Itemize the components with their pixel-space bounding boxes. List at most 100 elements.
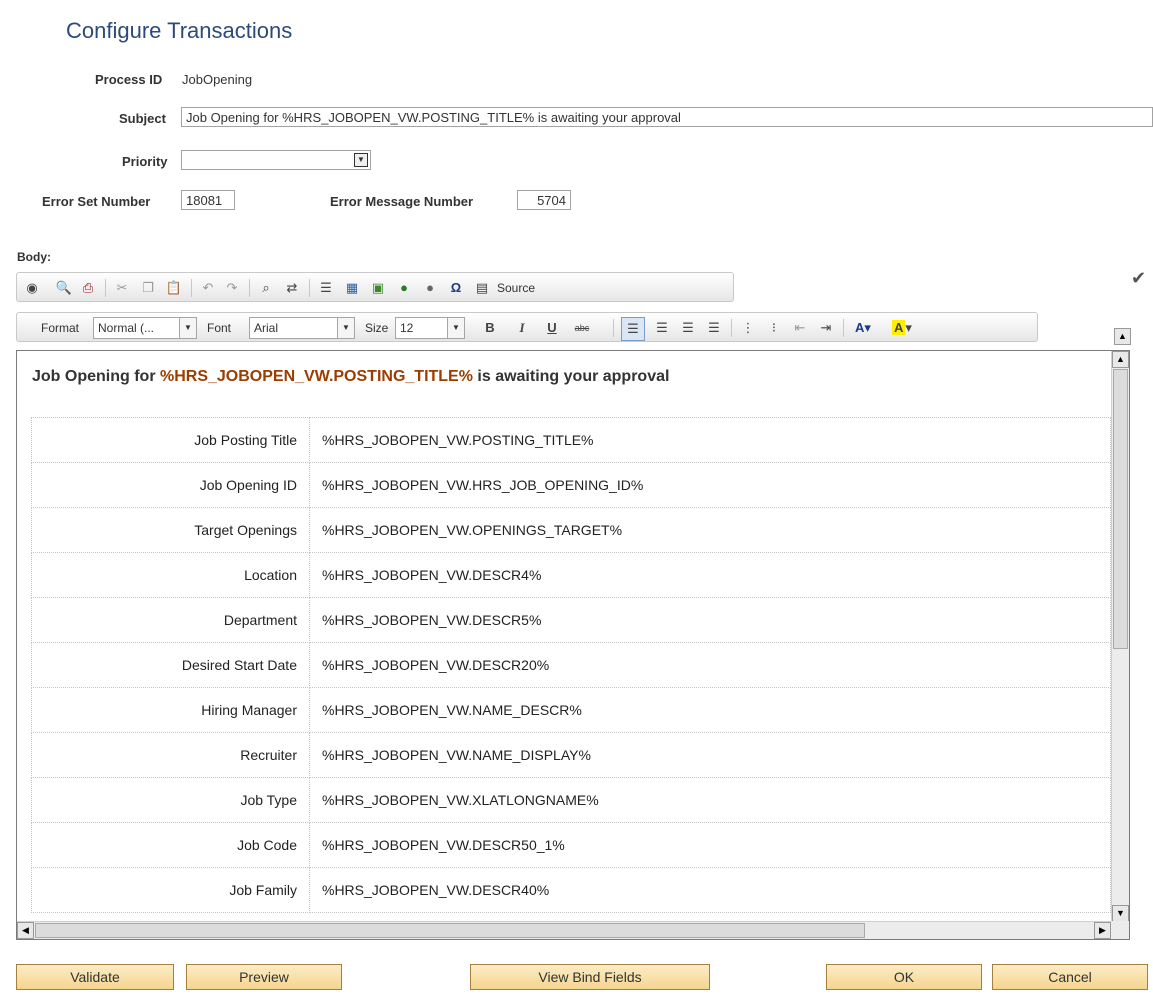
align-center-icon[interactable]: ☰	[653, 319, 671, 337]
undo-icon[interactable]: ↶	[199, 279, 217, 297]
chevron-down-icon[interactable]: ▼	[337, 318, 354, 338]
chevron-down-icon[interactable]: ▼	[354, 153, 368, 167]
vertical-scrollbar[interactable]: ▲ ▼	[1111, 351, 1129, 922]
image-icon[interactable]: ▣	[369, 279, 387, 297]
scroll-down-icon[interactable]: ▼	[1112, 905, 1129, 922]
bold-button[interactable]: B	[481, 319, 499, 337]
heading-prefix: Job Opening for	[32, 368, 160, 385]
row-label: Recruiter	[31, 732, 310, 778]
special-char-icon[interactable]: Ω	[447, 279, 465, 297]
size-label: Size	[365, 321, 389, 335]
numbered-list-icon[interactable]: ⋮	[739, 319, 757, 337]
ok-button[interactable]: OK	[826, 964, 982, 990]
toolbar-separator	[843, 319, 844, 337]
vertical-scroll-thumb[interactable]	[1113, 369, 1128, 649]
redo-icon[interactable]: ↷	[223, 279, 241, 297]
spellcheck-icon[interactable]: ✔	[1131, 268, 1146, 289]
size-combo[interactable]: 12 ▼	[395, 317, 465, 339]
table-row: Desired Start Date %HRS_JOBOPEN_VW.DESCR2…	[31, 642, 1111, 688]
scroll-up-icon[interactable]: ▲	[1112, 351, 1129, 368]
heading-suffix: is awaiting your approval	[472, 368, 670, 385]
font-value: Arial	[254, 321, 279, 335]
process-id-value: JobOpening	[182, 72, 253, 87]
preview-icon[interactable]: 🔍	[55, 279, 73, 297]
horizontal-scrollbar[interactable]: ◀ ▶	[17, 921, 1111, 939]
row-value: %HRS_JOBOPEN_VW.DESCR20%	[309, 642, 1111, 688]
horizontal-scroll-thumb[interactable]	[35, 923, 865, 938]
table-row: Job Code %HRS_JOBOPEN_VW.DESCR50_1%	[31, 822, 1111, 868]
table-row: Department %HRS_JOBOPEN_VW.DESCR5%	[31, 597, 1111, 643]
editor-toolbar-row-2: Format Normal (... ▼ Font Arial ▼ Size 1…	[16, 312, 1038, 342]
source-button[interactable]: Source	[497, 281, 535, 295]
table-row: Job Family %HRS_JOBOPEN_VW.DESCR40%	[31, 867, 1111, 913]
row-label: Job Family	[31, 867, 310, 913]
scroll-left-icon[interactable]: ◀	[17, 922, 34, 939]
text-color-icon[interactable]: A▾	[851, 319, 875, 337]
row-label: Department	[31, 597, 310, 643]
subject-input[interactable]: Job Opening for %HRS_JOBOPEN_VW.POSTING_…	[181, 107, 1153, 127]
find-icon[interactable]: ⌕	[257, 279, 275, 297]
view-bind-fields-button[interactable]: View Bind Fields	[470, 964, 710, 990]
row-label: Job Code	[31, 822, 310, 868]
font-combo[interactable]: Arial ▼	[249, 317, 355, 339]
error-set-field[interactable]: 18081	[181, 190, 235, 210]
format-combo[interactable]: Normal (... ▼	[93, 317, 197, 339]
row-value: %HRS_JOBOPEN_VW.DESCR5%	[309, 597, 1111, 643]
unlink-icon[interactable]: ●	[421, 279, 439, 297]
error-message-field[interactable]: 5704	[517, 190, 571, 210]
link-icon[interactable]: ●	[395, 279, 413, 297]
body-heading: Job Opening for %HRS_JOBOPEN_VW.POSTING_…	[32, 368, 669, 386]
align-justify-icon[interactable]: ☰	[705, 319, 723, 337]
editor-toolbar-row-1: ◉ 🔍 ⎙ ✂ ❐ 📋 ↶ ↷ ⌕ ⇄ ☰ ▦ ▣ ● ● Ω ▤ Source	[16, 272, 734, 302]
align-left-icon[interactable]: ☰	[621, 317, 645, 341]
priority-select[interactable]: ▼	[181, 150, 371, 170]
bulleted-list-icon[interactable]: ⁝	[765, 319, 783, 337]
underline-button[interactable]: U	[543, 319, 561, 337]
replace-icon[interactable]: ⇄	[283, 279, 301, 297]
cut-icon[interactable]: ✂	[113, 279, 131, 297]
paste-icon[interactable]: 📋	[165, 279, 183, 297]
body-label: Body:	[17, 250, 51, 264]
size-value: 12	[400, 321, 414, 335]
bind-fields-table: Job Posting Title %HRS_JOBOPEN_VW.POSTING…	[31, 417, 1111, 913]
table-icon[interactable]: ▦	[343, 279, 361, 297]
error-set-label: Error Set Number	[42, 194, 151, 209]
row-label: Job Type	[31, 777, 310, 823]
row-value: %HRS_JOBOPEN_VW.DESCR4%	[309, 552, 1111, 598]
toolbar-separator	[731, 319, 732, 337]
italic-button[interactable]: I	[513, 319, 531, 337]
editor-content[interactable]: Job Opening for %HRS_JOBOPEN_VW.POSTING_…	[16, 350, 1130, 940]
row-label: Job Posting Title	[31, 417, 310, 463]
toolbar-separator	[613, 319, 614, 337]
table-row: Job Opening ID %HRS_JOBOPEN_VW.HRS_JOB_OP…	[31, 462, 1111, 508]
maximize-icon[interactable]: ◉	[23, 279, 41, 297]
chevron-down-icon[interactable]: ▼	[179, 318, 196, 338]
validate-button[interactable]: Validate	[16, 964, 174, 990]
preview-button[interactable]: Preview	[186, 964, 342, 990]
indent-icon[interactable]: ⇥	[817, 319, 835, 337]
horizontal-rule-icon[interactable]: ☰	[317, 279, 335, 297]
cancel-button[interactable]: Cancel	[992, 964, 1148, 990]
process-id-label: Process ID	[95, 72, 163, 87]
toolbar-collapse-icon[interactable]: ▲	[1114, 328, 1131, 345]
print-icon[interactable]: ⎙	[79, 279, 97, 297]
toolbar-separator	[191, 279, 192, 297]
outdent-icon[interactable]: ⇤	[791, 319, 809, 337]
toolbar-separator	[309, 279, 310, 297]
chevron-down-icon[interactable]: ▼	[447, 318, 464, 338]
scroll-right-icon[interactable]: ▶	[1094, 922, 1111, 939]
font-label: Font	[207, 321, 232, 335]
format-label: Format	[41, 321, 80, 335]
background-color-icon[interactable]: A ▾	[889, 319, 915, 337]
toolbar-separator	[105, 279, 106, 297]
copy-icon[interactable]: ❐	[139, 279, 157, 297]
strikethrough-button[interactable]: abc	[569, 319, 595, 337]
table-row: Target Openings %HRS_JOBOPEN_VW.OPENINGS_…	[31, 507, 1111, 553]
align-right-icon[interactable]: ☰	[679, 319, 697, 337]
page-title: Configure Transactions	[66, 18, 293, 43]
source-icon[interactable]: ▤	[473, 279, 491, 297]
format-value: Normal (...	[98, 321, 155, 335]
heading-token: %HRS_JOBOPEN_VW.POSTING_TITLE%	[160, 368, 473, 385]
row-value: %HRS_JOBOPEN_VW.HRS_JOB_OPENING_ID%	[309, 462, 1111, 508]
table-row: Recruiter %HRS_JOBOPEN_VW.NAME_DISPLAY%	[31, 732, 1111, 778]
